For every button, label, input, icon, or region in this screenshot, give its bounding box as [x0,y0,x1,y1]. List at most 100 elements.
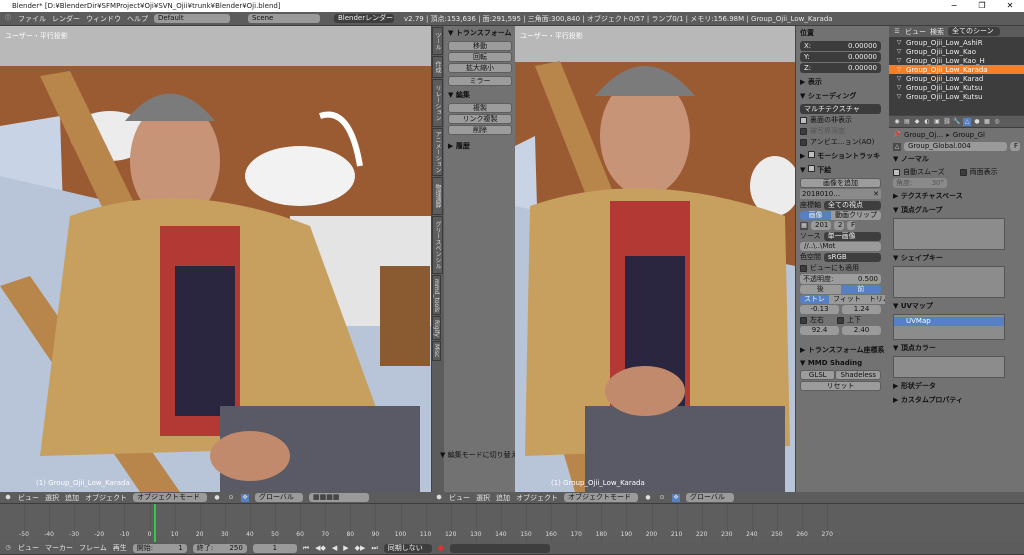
link-duplicate-button[interactable]: リンク複製 [448,114,512,124]
orientation-dropdown[interactable]: グローバル [686,493,734,502]
vertex-colors-section[interactable]: ▼ 頂点カラー [889,341,1024,355]
uv-map-entry[interactable]: UVMap [894,317,1004,326]
play-icon[interactable]: ▶ [343,544,348,552]
vertex-groups-list[interactable] [893,218,1005,250]
mesh-data-tab-icon[interactable]: △ [963,117,971,126]
image-users-field[interactable]: 2 [834,221,844,230]
ao-checkbox[interactable] [800,138,807,146]
render-tab-icon[interactable]: ◉ [893,118,901,126]
scene-tab-icon[interactable]: ◆ [913,118,921,126]
timeline-marker-menu[interactable]: マーカー [45,543,73,553]
transform-section-title[interactable]: ▼ トランスフォーム [444,26,515,40]
ao-row[interactable]: アンビエ…ョン(AO) [800,137,881,147]
dof-row[interactable]: 被写界深度 [800,126,881,136]
background-images-section[interactable]: ▼ 下絵 [796,163,885,177]
uv-maps-list[interactable]: UVMap [893,314,1005,340]
vertex-colors-list[interactable] [893,356,1005,378]
select-menu[interactable]: 選択 [476,493,490,503]
mesh-fake-user-toggle[interactable]: F [1010,142,1020,151]
scale-button[interactable]: 拡大縮小 [448,63,512,73]
geometry-data-section[interactable]: ▶ 形状データ [889,379,1024,393]
dof-checkbox[interactable] [800,127,807,135]
depth-front-button[interactable]: 前 [840,285,881,294]
layers-widget[interactable]: ▦▦▦▦ [309,493,369,502]
mmd-reset-button[interactable]: リセット [800,381,881,391]
scene-selector[interactable]: Scene [248,14,320,23]
double-sided-checkbox[interactable] [959,168,967,176]
bg-image-entry[interactable]: 2018010… ✕ [800,189,881,199]
object-tab-icon[interactable]: ▣ [933,118,941,126]
location-x-field[interactable]: X: 0.00000 [800,41,881,51]
timeline-editor-icon[interactable]: ◷ [4,544,12,552]
add-menu[interactable]: 追加 [496,493,510,503]
shape-keys-section[interactable]: ▼ シェイプキー [889,251,1024,265]
motion-tracking-checkbox[interactable] [807,151,815,158]
texture-space-section[interactable]: ▶ テクスチャスペース [889,189,1024,203]
outliner-view-menu[interactable]: ビュー [905,27,926,37]
minimize-button[interactable]: − [940,0,968,12]
mesh-browse-icon[interactable]: △ [893,142,901,151]
sync-mode-dropdown[interactable]: 同期しない [383,543,432,553]
outliner-row[interactable]: ▽ Group_Ojii_Low_Karad [889,74,1024,83]
outliner-row[interactable]: ▽ Group_Ojii_Low_Kao_H [889,56,1024,65]
history-section-title[interactable]: ▶ 履歴 [444,139,515,153]
opacity-slider[interactable]: 不透明度: 0.500 [800,274,881,284]
close-button[interactable]: ✕ [996,0,1024,12]
offset-x-field[interactable]: -0.13 [800,305,839,314]
timeline-view-menu[interactable]: ビュー [18,543,39,553]
backface-culling-checkbox[interactable] [800,116,807,124]
prev-keyframe-icon[interactable]: ◀◆ [315,544,326,552]
next-keyframe-icon[interactable]: ◆▶ [355,544,366,552]
fake-user-toggle[interactable]: F [847,221,855,230]
keying-set-field[interactable] [449,543,550,553]
jump-start-icon[interactable]: ⏮ [303,544,309,553]
source-dropdown[interactable]: 単一画像 [823,231,881,241]
tab-mmd-tools[interactable]: mmd_tools [432,275,441,315]
screen-layout-selector[interactable]: Default [154,14,230,23]
translate-button[interactable]: 移動 [448,41,512,51]
tab-tools[interactable]: ツール [432,27,443,55]
manipulator-icon[interactable]: ✥ [672,493,680,502]
outliner-row[interactable]: ▽ Group_Ojii_Low_Kao [889,47,1024,56]
view-menu[interactable]: ビュー [18,493,39,503]
depth-back-button[interactable]: 後 [800,285,841,294]
custom-properties-section[interactable]: ▶ カスタムプロパティ [889,393,1024,407]
outliner-editor-icon[interactable]: ☰ [893,28,901,36]
tab-create[interactable]: 作成 [432,56,443,78]
movie-clip-source-button[interactable]: 動画クリップ [831,211,881,220]
axis-dropdown[interactable]: 全ての視点 [824,200,881,210]
display-section[interactable]: ▶ 表示 [796,75,885,89]
mode-dropdown[interactable]: オブジェクトモード [133,493,207,502]
blender-info-icon[interactable]: ⓘ [4,15,12,23]
record-icon[interactable]: ● [438,544,444,552]
rotation-field[interactable]: 92.4 [800,326,839,335]
background-images-checkbox[interactable] [807,165,815,172]
location-z-field[interactable]: Z: 0.00000 [800,63,881,73]
vertex-groups-section[interactable]: ▼ 頂点グループ [889,203,1024,217]
pivot-icon[interactable]: ⊙ [227,494,235,502]
view-as-render-row[interactable]: ビューにも適用 [800,263,881,273]
uv-maps-section[interactable]: ▼ UVマップ [889,299,1024,313]
tab-relations[interactable]: リレーション [432,79,443,127]
outliner-row-selected[interactable]: ▽ Group_Ojii_Low_Karada [889,65,1024,74]
fit-button[interactable]: フィット [829,295,865,304]
colorspace-dropdown[interactable]: sRGB [824,252,881,262]
maximize-button[interactable]: ❐ [968,0,996,12]
jump-end-icon[interactable]: ⏭ [371,544,377,553]
image-source-button[interactable]: 画像 [800,211,831,220]
mmd-shading-section[interactable]: ▼ MMD Shading [796,357,885,369]
menu-window[interactable]: ウィンドウ [86,14,121,24]
modifiers-tab-icon[interactable]: 🔧 [953,118,961,126]
offset-y-field[interactable]: 1.24 [842,305,881,314]
size-field[interactable]: 2.40 [842,326,881,335]
flip-x-checkbox[interactable] [800,316,807,324]
start-frame-field[interactable]: 開始: 1 [132,543,187,553]
material-tab-icon[interactable]: ● [973,118,981,126]
tab-physics[interactable]: 物理演算 [432,177,443,215]
shading-icon[interactable]: ● [213,494,221,502]
viewport-right[interactable]: ユーザー・平行投影 (1) Group_Ojii_Low_Karada [515,26,795,492]
edit-section-title[interactable]: ▼ 編集 [444,88,515,102]
select-menu[interactable]: 選択 [45,493,59,503]
end-frame-field[interactable]: 終了: 250 [192,543,247,553]
transform-orientation-section[interactable]: ▶ トランスフォーム座標系 [796,343,885,357]
